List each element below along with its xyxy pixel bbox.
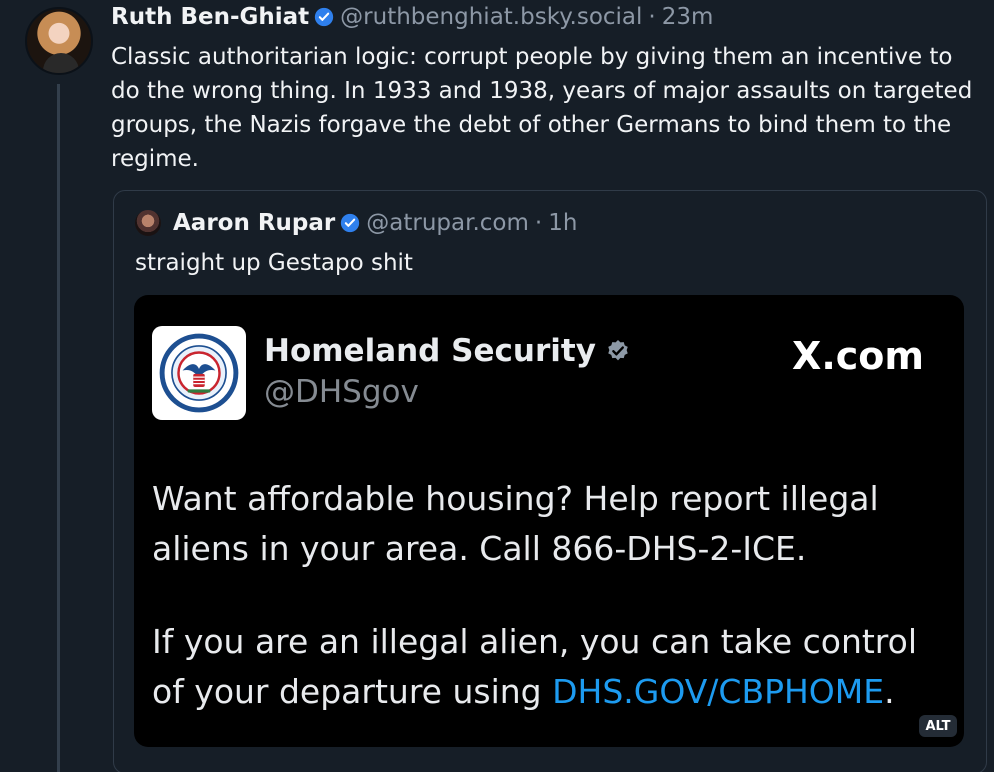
quoted-post[interactable]: Aaron Rupar @atrupar.com · 1h straight u… bbox=[113, 190, 987, 772]
cbphome-link[interactable]: DHS.GOV/CBPHOME bbox=[552, 672, 884, 711]
dhs-seal-graphic bbox=[159, 333, 239, 413]
verified-check-icon bbox=[315, 7, 334, 27]
embedded-message-part-2: If you are an illegal alien, you can tak… bbox=[152, 617, 932, 717]
quoted-post-time[interactable]: 1h bbox=[548, 210, 577, 236]
embedded-image[interactable]: Homeland Security @DHSgov X.com Want aff… bbox=[134, 295, 964, 747]
post-header: Ruth Ben-Ghiat @ruthbenghiat.bsky.social… bbox=[111, 4, 713, 30]
post-text: Classic authoritarian logic: corrupt peo… bbox=[111, 44, 973, 172]
gray-verified-badge-icon bbox=[608, 339, 628, 361]
author-avatar-column bbox=[25, 7, 93, 75]
thread-line bbox=[57, 84, 60, 772]
embedded-account-name: Homeland Security bbox=[264, 333, 596, 369]
quoted-author-handle[interactable]: @atrupar.com bbox=[366, 210, 529, 236]
author-display-name[interactable]: Ruth Ben-Ghiat bbox=[111, 4, 309, 30]
author-handle[interactable]: @ruthbenghiat.bsky.social bbox=[340, 4, 642, 30]
verified-check-icon bbox=[341, 213, 360, 233]
embedded-message-period: . bbox=[884, 672, 895, 711]
dhs-seal-icon bbox=[152, 326, 246, 420]
ruth-ben-ghiat-avatar[interactable] bbox=[25, 7, 93, 75]
separator-dot: · bbox=[534, 210, 543, 236]
quoted-post-header: Aaron Rupar @atrupar.com · 1h bbox=[135, 210, 577, 236]
alt-text-button[interactable]: ALT bbox=[919, 715, 957, 737]
separator-dot: · bbox=[648, 4, 656, 30]
embedded-account-row: Homeland Security bbox=[264, 333, 631, 369]
quoted-post-text: straight up Gestapo shit bbox=[135, 250, 413, 276]
post-card[interactable]: Ruth Ben-Ghiat @ruthbenghiat.bsky.social… bbox=[0, 0, 994, 772]
post-time[interactable]: 23m bbox=[662, 4, 714, 30]
aaron-rupar-avatar[interactable] bbox=[135, 210, 161, 236]
embedded-message-part-1: Want affordable housing? Help report ill… bbox=[152, 479, 879, 568]
embedded-account-handle: @DHSgov bbox=[264, 374, 419, 410]
quoted-author-display-name[interactable]: Aaron Rupar bbox=[173, 210, 335, 236]
x-com-label: X.com bbox=[792, 334, 924, 378]
